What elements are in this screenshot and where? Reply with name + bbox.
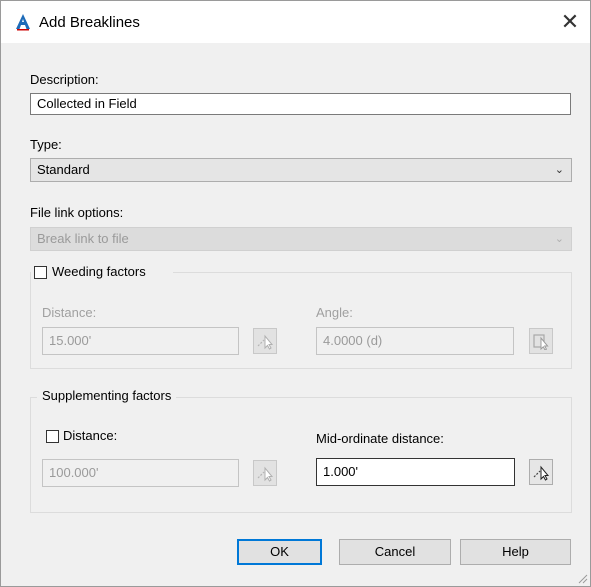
pick-mid-ordinate-button[interactable] <box>529 459 553 485</box>
cancel-button[interactable]: Cancel <box>339 539 451 565</box>
title-bar: Add Breaklines ✕ <box>1 1 590 43</box>
weeding-distance-input[interactable]: 15.000' <box>42 327 239 355</box>
pick-angle-icon <box>533 334 549 350</box>
supplementing-distance-input[interactable]: 100.000' <box>42 459 239 487</box>
pick-distance-icon <box>257 334 274 350</box>
add-breaklines-dialog: Add Breaklines ✕ Description: Collected … <box>0 0 591 587</box>
resize-grip-icon[interactable] <box>576 572 588 584</box>
weeding-factors-label: Weeding factors <box>52 264 146 279</box>
help-button[interactable]: Help <box>460 539 571 565</box>
file-link-dropdown[interactable]: Break link to file ⌄ <box>30 227 572 251</box>
supplementing-distance-checkbox[interactable] <box>46 430 59 443</box>
weeding-angle-label: Angle: <box>316 305 353 320</box>
pick-distance-icon <box>533 465 550 481</box>
description-input[interactable]: Collected in Field <box>30 93 571 115</box>
chevron-down-icon: ⌄ <box>554 233 564 245</box>
supplementing-factors-group <box>30 397 572 513</box>
pick-supp-distance-button[interactable] <box>253 460 277 486</box>
weeding-angle-input[interactable]: 4.0000 (d) <box>316 327 514 355</box>
type-dropdown[interactable]: Standard ⌄ <box>30 158 572 182</box>
pick-distance-icon <box>257 466 274 482</box>
chevron-down-icon: ⌄ <box>554 164 564 176</box>
description-label: Description: <box>30 72 99 87</box>
dialog-title: Add Breaklines <box>39 14 140 31</box>
weeding-distance-label: Distance: <box>42 305 97 320</box>
weeding-factors-checkbox[interactable] <box>34 266 47 279</box>
pick-angle-button[interactable] <box>529 328 553 354</box>
ok-button[interactable]: OK <box>237 539 322 565</box>
file-link-label: File link options: <box>30 205 124 220</box>
weeding-header: Weeding factors <box>31 263 173 281</box>
mid-ordinate-label: Mid-ordinate distance: <box>316 431 444 446</box>
close-icon[interactable]: ✕ <box>555 7 585 37</box>
autocad-a-icon <box>16 14 30 31</box>
mid-ordinate-input[interactable]: 1.000' <box>316 458 515 486</box>
type-label: Type: <box>30 137 62 152</box>
type-dropdown-value: Standard <box>37 162 90 177</box>
supplementing-factors-label: Supplementing factors <box>37 388 177 403</box>
pick-distance-button[interactable] <box>253 328 277 354</box>
supplementing-distance-label: Distance: <box>63 428 118 443</box>
file-link-dropdown-value: Break link to file <box>37 231 129 246</box>
